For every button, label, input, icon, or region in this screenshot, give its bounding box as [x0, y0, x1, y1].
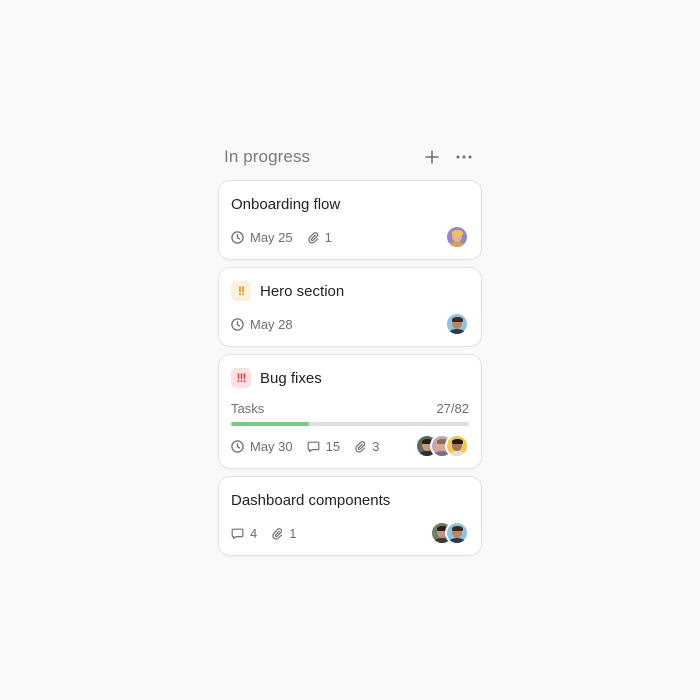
- due-date: May 25: [231, 230, 293, 245]
- comment-icon: [231, 528, 244, 539]
- task-card-bug-fixes[interactable]: !!! Bug fixes Tasks 27/82 May 30 15 3: [218, 354, 482, 469]
- task-card-hero-section[interactable]: !! Hero section May 28: [218, 267, 482, 347]
- due-date-text: May 30: [250, 438, 293, 454]
- avatar[interactable]: [445, 521, 469, 545]
- column-title: In progress: [224, 147, 311, 166]
- comment-icon: [307, 441, 320, 452]
- progress-bar-fill: [231, 422, 310, 426]
- comment-count: 15: [307, 439, 340, 454]
- comment-count: 4: [231, 526, 257, 541]
- ellipsis-icon[interactable]: [455, 148, 473, 166]
- kanban-column-in-progress: In progress Onboarding flow May 25 1 !! …: [218, 140, 482, 563]
- assignees: [445, 312, 469, 336]
- clock-icon: [231, 230, 244, 244]
- clock-icon: [231, 317, 244, 331]
- attachment-count: 1: [271, 526, 296, 541]
- task-progress: Tasks 27/82: [231, 401, 469, 426]
- avatar[interactable]: [445, 312, 469, 336]
- assignees: [445, 225, 469, 249]
- due-date-text: May 28: [250, 316, 293, 332]
- avatar[interactable]: [445, 434, 469, 458]
- task-card-onboarding-flow[interactable]: Onboarding flow May 25 1: [218, 180, 482, 260]
- due-date: May 30: [231, 439, 293, 454]
- column-actions: [423, 148, 473, 166]
- attachment-count: 1: [307, 230, 332, 245]
- plus-icon[interactable]: [423, 148, 441, 166]
- assignees: [430, 521, 469, 545]
- clock-icon: [231, 439, 244, 453]
- progress-count: 27/82: [436, 401, 469, 416]
- priority-badge-high: !!!: [231, 368, 251, 388]
- progress-label: Tasks: [231, 401, 265, 416]
- due-date: May 28: [231, 317, 293, 332]
- task-card-dashboard-components[interactable]: Dashboard components 4 1: [218, 476, 482, 556]
- paperclip-icon: [272, 527, 283, 540]
- assignees: [415, 434, 469, 458]
- attachment-count-text: 1: [289, 525, 297, 541]
- column-header: In progress: [218, 140, 482, 174]
- card-title: Hero section: [260, 282, 345, 300]
- card-title: Bug fixes: [260, 369, 322, 387]
- comment-count-text: 15: [325, 438, 341, 454]
- paperclip-icon: [307, 231, 318, 244]
- comment-count-text: 4: [250, 525, 258, 541]
- attachment-count: 3: [354, 439, 379, 454]
- paperclip-icon: [355, 440, 366, 453]
- attachment-count-text: 1: [324, 229, 332, 245]
- avatar[interactable]: [445, 225, 469, 249]
- priority-badge-medium: !!: [231, 281, 251, 301]
- progress-bar: [231, 422, 469, 426]
- due-date-text: May 25: [250, 229, 293, 245]
- attachment-count-text: 3: [372, 438, 380, 454]
- card-title: Dashboard components: [231, 491, 391, 509]
- card-title: Onboarding flow: [231, 195, 341, 213]
